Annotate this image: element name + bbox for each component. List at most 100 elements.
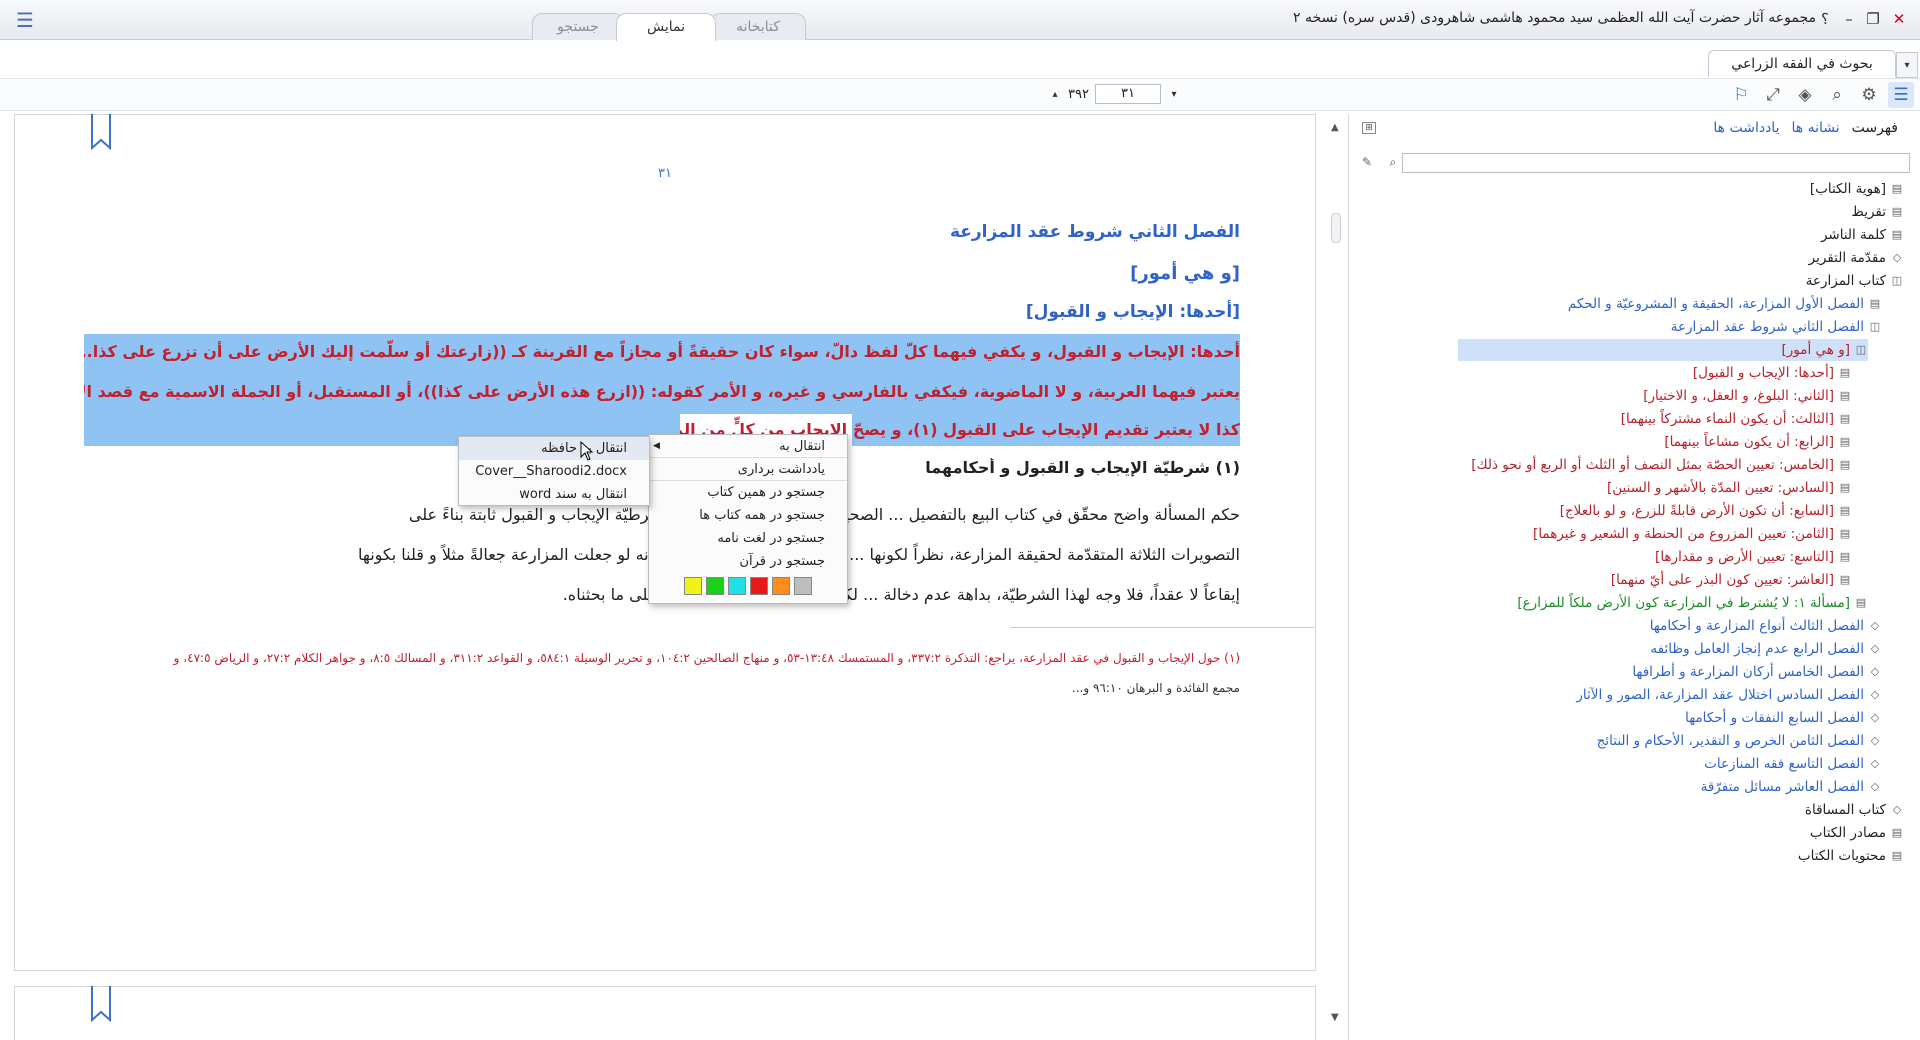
book-icon: ◫ [1891,274,1903,287]
panel-toggle-icon[interactable]: ⊞ [1362,122,1376,134]
page-next-icon[interactable]: ▾ [1167,89,1181,100]
menu-item-search-all-books[interactable]: جستجو در همه کتاب ها [649,504,847,527]
tree-item[interactable]: ▤ محتويات الكتاب [1798,845,1904,867]
tree-item[interactable]: ◇ الفصل العاشر مسائل متفرّقة [1701,776,1882,798]
tree-item-label: تقريظ [1851,204,1886,220]
swatch-orange[interactable] [772,577,790,595]
scroll-up-icon[interactable]: ▲ [1331,122,1339,133]
book-icon: ◫ [1855,343,1867,356]
swatch-yellow[interactable] [684,577,702,595]
tree-item[interactable]: ▤ كلمة الناشر [1821,224,1904,246]
minimize-icon[interactable]: – [1838,9,1860,29]
chapter-icon: ◇ [1870,780,1880,793]
tree-item-label: الفصل الثامن الخرص و التقدير، الأحكام و … [1596,733,1864,749]
tree-item[interactable]: ◫ [و هي أمور] [1458,339,1868,361]
tree-item[interactable]: ▤ [العاشر: تعيين كون البذر على أيّ منهما] [1611,569,1852,591]
tree-item[interactable]: ▤ [الرابع: أن يكون مشاعاً بينهما] [1664,431,1852,453]
tab-library[interactable]: کتابخانه [710,13,806,40]
bookmark-icon[interactable]: ⚐ [1728,82,1754,108]
tree-item[interactable]: ▤ [السابع: أن تكون الأرض قابلةً للزرع، و … [1560,500,1852,522]
pin-icon[interactable]: ✎ [1362,155,1372,169]
page-icon: ▤ [1891,205,1903,218]
scrollbar-thumb[interactable] [1331,213,1341,243]
page-number-input[interactable]: ۳۱ [1094,84,1161,104]
chevron-down-icon[interactable]: ▾ [1896,52,1918,78]
tree-item[interactable]: ▤ [مسألة ١: لا يُشترط في المزارعة كون الأ… [1517,592,1868,614]
tree-item[interactable]: ◇ الفصل السابع النفقات و أحكامها [1685,707,1882,729]
page-icon: ▤ [1891,228,1903,241]
swatch-gray[interactable] [794,577,812,595]
hamburger-menu-icon[interactable]: ☰ [12,10,38,31]
document-next-page [14,986,1316,1040]
list-icon[interactable]: ☰ [1888,82,1914,108]
submenu-item-docx-file[interactable]: Cover__Sharoodi2.docx [459,460,649,483]
selected-text-line[interactable]: يعتبر فيهما العربية، و لا الماضوية، فيكف… [84,376,1240,408]
chapter-heading: الفصل الثاني شروط عقد المزارعة [949,222,1240,242]
tree-item[interactable]: ▤ [التاسع: تعيين الأرض و مقدارها] [1655,546,1852,568]
tree-item-label: [الخامس: تعيين الحصّة بمثل النصف أو الثل… [1471,457,1834,473]
page-icon: ▤ [1855,596,1867,609]
tab-notes[interactable]: يادداشت ها [1713,120,1779,136]
submenu-item-clipboard[interactable]: انتقال به حافظه [459,437,649,460]
page-bookmark-icon[interactable] [90,114,112,150]
chapter-icon: ◇ [1870,688,1880,701]
tree-item[interactable]: ◫ الفصل الثاني شروط عقد المزارعة [1671,316,1882,338]
tree-item-label: الفصل السابع النفقات و أحكامها [1685,710,1864,726]
help-icon[interactable]: ؟ [1814,9,1836,29]
menu-item-search-dictionary[interactable]: جستجو در لغت نامه [649,527,847,550]
go-to-submenu: انتقال به حافظه Cover__Sharoodi2.docx ان… [458,436,650,506]
tree-item[interactable]: ▤ [أحدها: الإيجاب و القبول] [1693,362,1852,384]
menu-item-go-to[interactable]: انتقال به ◀ [649,435,847,458]
swatch-red[interactable] [750,577,768,595]
tree-item[interactable]: ◫ كتاب المزارعة [1806,270,1904,292]
tab-bookmarks[interactable]: نشانه ها [1791,120,1839,136]
tree-item[interactable]: ◇ الفصل الخامس أركان المزارعة و أطرافها [1632,661,1882,683]
tree-item[interactable]: ◇ الفصل الثالث أنواع المزارعة و أحكامها [1650,615,1882,637]
menu-item-search-this-book[interactable]: جستجو در همين کتاب [649,481,847,504]
swatch-green[interactable] [706,577,724,595]
menu-item-take-note[interactable]: يادداشت برداری [649,458,847,481]
tab-contents[interactable]: فهرست [1852,120,1898,136]
pane-divider[interactable] [1348,114,1349,1040]
layers-icon[interactable]: ◈ [1792,82,1818,108]
tree-item-label: [الرابع: أن يكون مشاعاً بينهما] [1664,434,1834,450]
close-icon[interactable]: ✕ [1888,9,1910,29]
tab-view[interactable]: نمايش [616,13,716,41]
expand-icon[interactable]: ⤢ [1760,82,1786,108]
tree-item[interactable]: ◇ الفصل التاسع فقه المنازعات [1704,753,1882,775]
tree-item[interactable]: ◇ الفصل السادس اختلال عقد المزارعة، الصور… [1576,684,1882,706]
tree-item[interactable]: ▤ [الثالث: أن يكون النماء مشتركاً بينهما] [1621,408,1852,430]
tree-item[interactable]: ▤ [السادس: تعيين المدّة بالأشهر و السنين] [1607,477,1852,499]
subheading: (١) شرطيّة الإيجاب و القبول و أحكامهما [925,458,1240,477]
submenu-item-word-document[interactable]: انتقال به سند word [459,483,649,506]
contents-search-input[interactable] [1402,153,1910,173]
tree-item[interactable]: ▤ تقريظ [1851,201,1904,223]
gear-icon[interactable]: ⚙ [1856,82,1882,108]
menu-item-search-quran[interactable]: جستجو در قرآن [649,550,847,573]
tree-item[interactable]: ◇ الفصل الرابع عدم إنجاز العامل وظائفه [1650,638,1882,660]
toolbar [0,79,1920,111]
tree-item-label: الفصل الثالث أنواع المزارعة و أحكامها [1649,618,1864,634]
tree-item[interactable]: ◇ مقدّمة التقرير [1809,247,1904,269]
page-navigator: ▴ ۳۹۲ ۳۱ ▾ [1048,83,1181,105]
selected-text-line[interactable]: أحدها: الإيجاب و القبول، و يكفي فيهما كل… [84,336,1240,368]
tree-item[interactable]: ▤ الفصل الأول المزارعة، الحقيقة و المشروع… [1568,293,1882,315]
search-icon[interactable]: ⌕ [1824,82,1850,108]
next-page-bookmark-icon[interactable] [90,986,112,1022]
book-tab[interactable]: بحوث في الفقه الزراعي [1708,50,1896,77]
page-icon: ▤ [1891,182,1903,195]
tree-item[interactable]: ▤ مصادر الكتاب [1810,822,1904,844]
tree-item-label: الفصل الرابع عدم إنجاز العامل وظائفه [1650,641,1864,657]
search-icon[interactable]: ⌕ [1384,155,1402,173]
tree-item[interactable]: ▤ [الثاني: البلوغ، و العقل، و الاختيار] [1643,385,1852,407]
tree-item[interactable]: ◇ كتاب المساقاة [1805,799,1904,821]
tab-search[interactable]: جستجو [532,13,624,40]
restore-icon[interactable]: ❐ [1862,9,1884,29]
scroll-down-icon[interactable]: ▼ [1331,1012,1339,1023]
tree-item[interactable]: ▤ [الخامس: تعيين الحصّة بمثل النصف أو الث… [1471,454,1852,476]
page-prev-icon[interactable]: ▴ [1048,89,1062,100]
tree-item[interactable]: ▤ [هوية الكتاب] [1810,178,1904,200]
tree-item[interactable]: ◇ الفصل الثامن الخرص و التقدير، الأحكام و… [1597,730,1882,752]
swatch-cyan[interactable] [728,577,746,595]
tree-item[interactable]: ▤ [الثامن: تعيين المزروع من الحنطة و الشع… [1533,523,1852,545]
